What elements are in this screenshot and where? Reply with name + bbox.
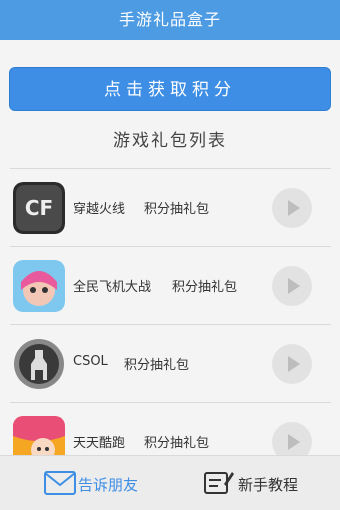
gift-row-csol[interactable]: CSOL 积分抽礼包 — [10, 324, 331, 402]
game-name: 穿越火线 — [73, 202, 126, 217]
gift-row-plane-war[interactable]: 全民飞机大战 积分抽礼包 — [10, 246, 331, 324]
tell-friends-button[interactable]: 告诉朋友 — [40, 456, 170, 510]
envelope-icon — [44, 471, 76, 495]
csol-game-icon — [13, 338, 65, 390]
app-title-bar: 手游礼品盒子 — [0, 0, 340, 40]
game-name: 全民飞机大战 — [73, 280, 152, 295]
gift-row-crossfire[interactable]: CF 穿越火线 积分抽礼包 — [10, 168, 331, 246]
game-name: CSOL — [73, 354, 108, 369]
gift-list: CF 穿越火线 积分抽礼包 全民飞机大战 积分抽礼包 CSOL 积分抽礼包 天天… — [10, 168, 331, 480]
bottom-action-bar: 告诉朋友 新手教程 — [0, 455, 340, 510]
gift-label: 积分抽礼包 — [124, 358, 190, 373]
tutorial-button[interactable]: 新手教程 — [200, 456, 330, 510]
earn-points-label: 点击获取积分 — [104, 80, 236, 100]
tell-friends-label: 告诉朋友 — [78, 476, 139, 494]
gift-list-heading: 游戏礼包列表 — [113, 131, 227, 151]
game-name: 天天酷跑 — [73, 436, 126, 451]
notebook-pen-icon — [204, 472, 234, 494]
crossfire-game-icon: CF — [13, 182, 65, 234]
play-arrow-icon[interactable] — [272, 344, 312, 384]
play-arrow-icon[interactable] — [272, 188, 312, 228]
play-arrow-icon[interactable] — [272, 266, 312, 306]
earn-points-button[interactable]: 点击获取积分 — [9, 67, 331, 111]
tutorial-label: 新手教程 — [238, 476, 299, 494]
app-title: 手游礼品盒子 — [118, 10, 221, 29]
svg-text:CF: CF — [25, 196, 53, 220]
gift-label: 积分抽礼包 — [144, 202, 210, 217]
gift-label: 积分抽礼包 — [144, 436, 210, 451]
gift-label: 积分抽礼包 — [172, 280, 238, 295]
plane-war-game-icon — [13, 260, 65, 312]
